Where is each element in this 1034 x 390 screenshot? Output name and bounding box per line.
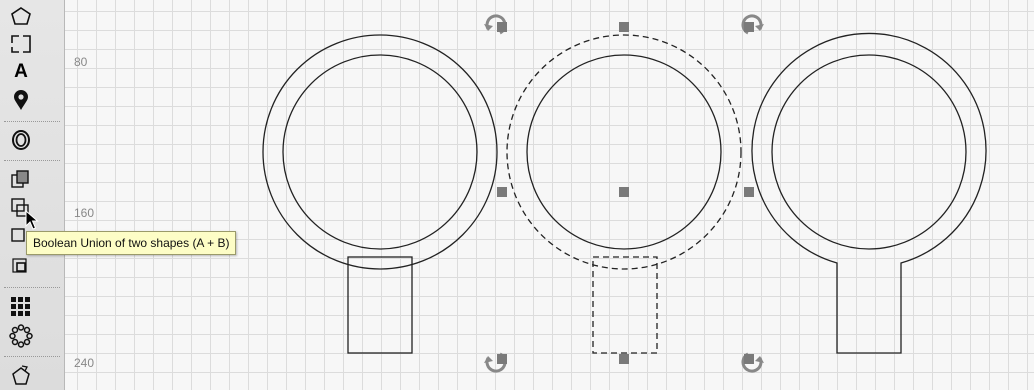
selection-handle-top[interactable] [619,22,629,32]
polygon-tool-icon[interactable] [6,4,36,28]
middle-outer-ring-selected [506,34,742,270]
right-inner-ring [771,54,967,250]
toolbar-separator [4,356,60,357]
selection-handle-bottom-left[interactable] [497,354,507,364]
left-outer-ring [262,34,498,270]
transform-tool-icon[interactable] [6,364,36,388]
middle-inner-ring [526,54,722,250]
middle-rectangle-selected [592,256,658,354]
selection-handle-left[interactable] [497,187,507,197]
mouse-cursor-icon [25,210,39,230]
grid-array-icon[interactable] [6,295,36,319]
tool-palette: A [0,0,65,390]
toolbar-separator [4,121,60,122]
selection-handle-top-left[interactable] [497,22,507,32]
left-rectangle [347,256,413,354]
union-outline [751,32,987,354]
selection-handle-right[interactable] [744,187,754,197]
shapes-layer [262,14,987,373]
selection-handle-bottom-right[interactable] [744,354,754,364]
boolean-exclusion-icon[interactable] [6,254,36,278]
tooltip: Boolean Union of two shapes (A + B) [26,231,237,255]
boolean-union-icon[interactable] [6,168,36,192]
circular-array-icon[interactable] [6,324,36,348]
circle-offset-icon[interactable] [6,128,36,152]
toolbar-separator [4,160,60,161]
location-pin-icon[interactable] [6,88,36,112]
left-shape-group [262,34,498,354]
selection-handle-bottom[interactable] [619,354,629,364]
right-union-result [751,32,987,354]
selection-handle-top-right[interactable] [744,22,754,32]
text-tool-icon[interactable]: A [6,60,36,84]
selection-handle-center[interactable] [619,187,629,197]
left-inner-ring [282,54,478,250]
toolbar-separator [4,287,60,288]
rectangle-tool-icon[interactable] [6,32,36,56]
